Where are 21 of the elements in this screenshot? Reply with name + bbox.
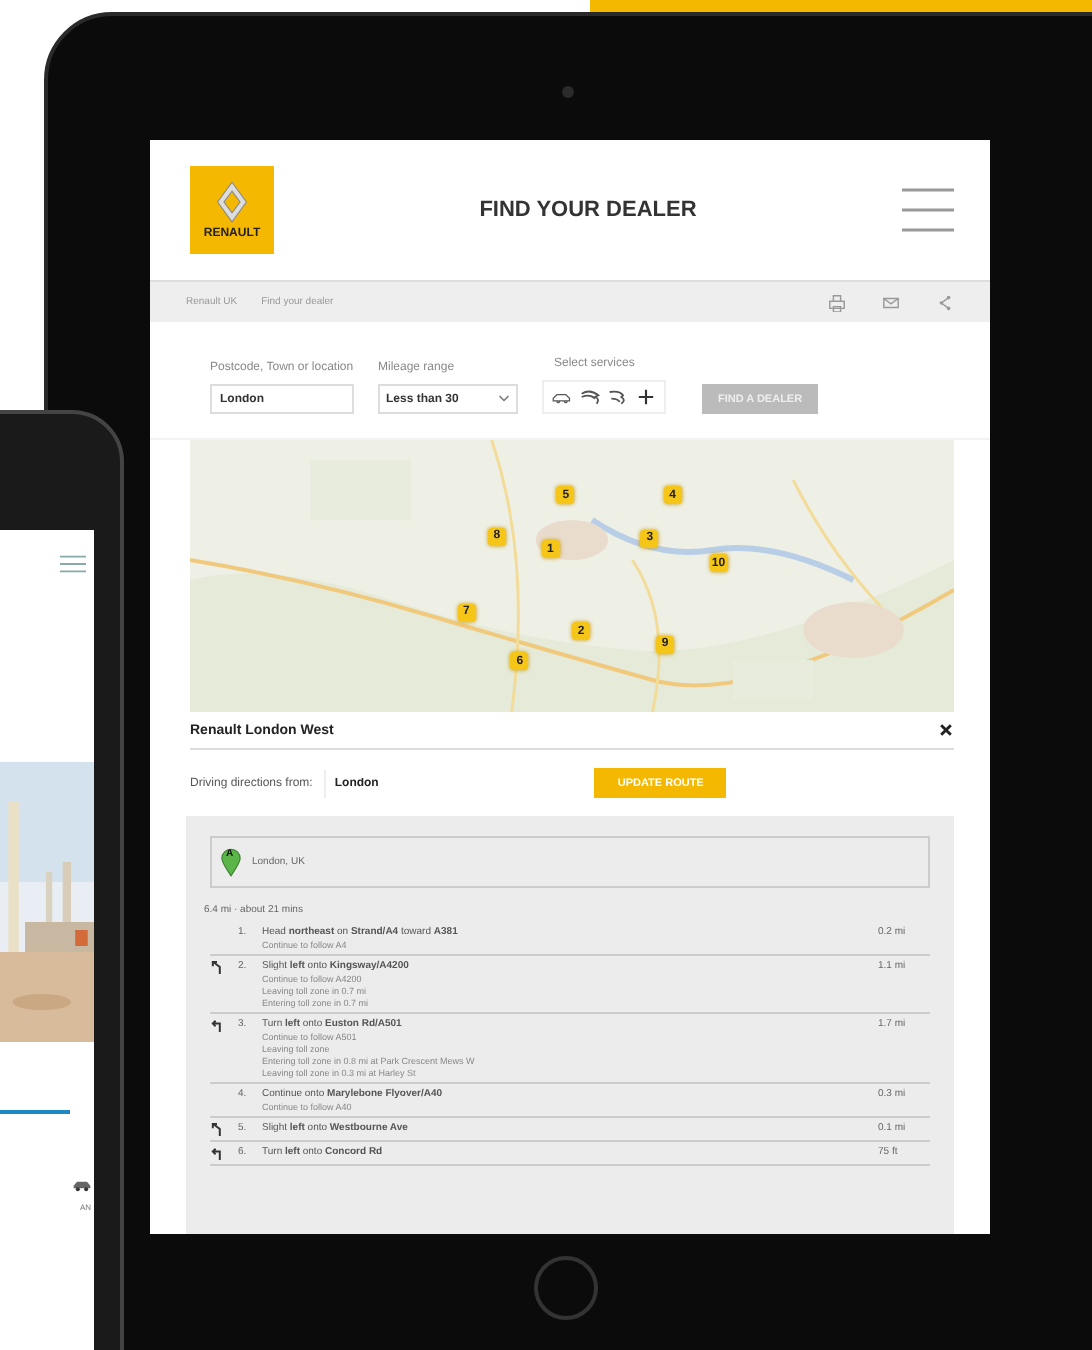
slight-left-icon <box>210 1122 224 1136</box>
tab-indicator <box>0 1110 70 1114</box>
services-selector[interactable] <box>542 380 666 414</box>
car-icon <box>552 388 572 406</box>
page-title: FIND YOUR DEALER <box>477 198 699 222</box>
car-icon[interactable] <box>72 1178 92 1192</box>
share-icon[interactable] <box>936 293 954 311</box>
slight-left-icon <box>210 960 224 974</box>
print-icon[interactable] <box>828 293 846 311</box>
menu-icon[interactable] <box>902 188 954 232</box>
chevron-down-icon <box>498 394 510 404</box>
turn-left-icon <box>210 1146 224 1160</box>
plus-icon <box>636 388 656 406</box>
diamond-icon <box>214 180 250 224</box>
camera-icon <box>562 86 574 98</box>
home-button[interactable] <box>534 1256 598 1320</box>
mail-icon[interactable] <box>882 293 900 311</box>
turn-left-icon <box>210 1018 224 1032</box>
close-icon[interactable] <box>938 722 954 738</box>
pin-icon <box>220 847 242 877</box>
menu-icon[interactable] <box>60 554 86 574</box>
